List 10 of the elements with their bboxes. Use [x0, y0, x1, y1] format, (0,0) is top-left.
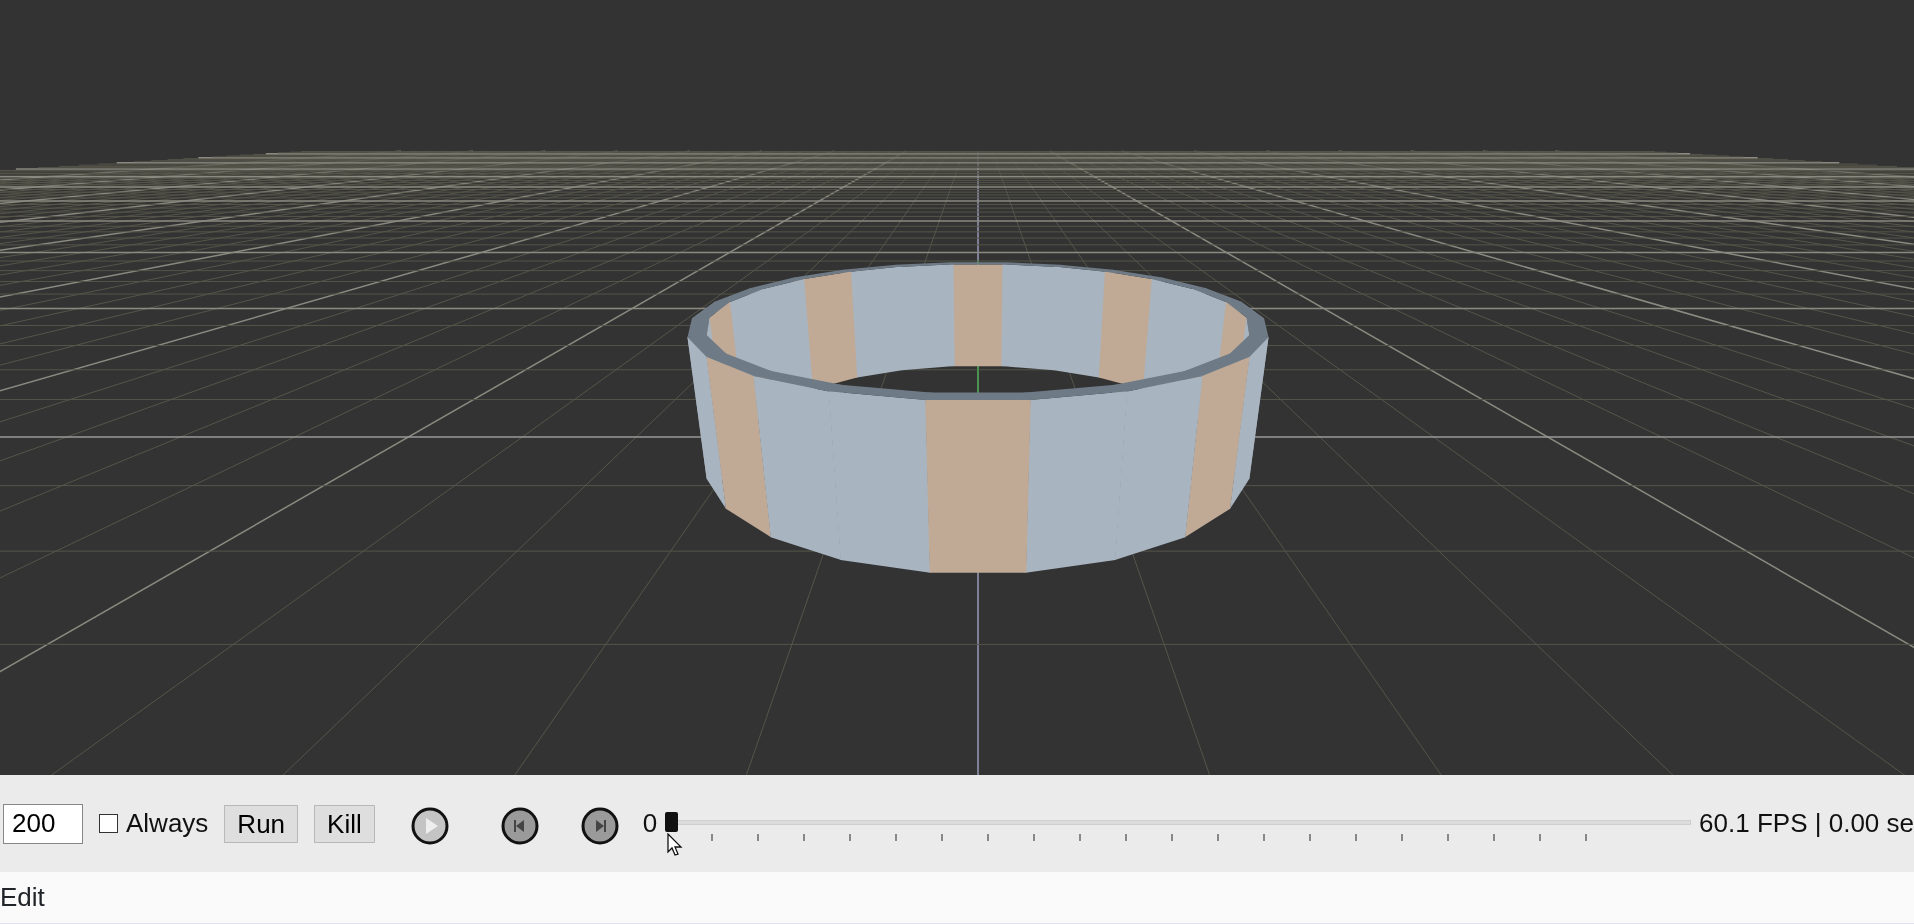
- status-text: 60.1 FPS | 0.00 se: [1699, 807, 1914, 840]
- steps-field[interactable]: 200: [3, 803, 83, 844]
- menu-item[interactable]: Edit: [0, 878, 45, 917]
- run-button[interactable]: Run: [224, 804, 299, 843]
- always-checkbox[interactable]: [99, 814, 118, 833]
- checkbox-label: Always: [126, 807, 209, 840]
- frame-number: 0: [642, 807, 658, 840]
- slider-thumb[interactable]: [665, 811, 679, 832]
- 3d-viewport[interactable]: [0, 0, 1914, 775]
- kill-button[interactable]: Kill: [314, 804, 375, 843]
